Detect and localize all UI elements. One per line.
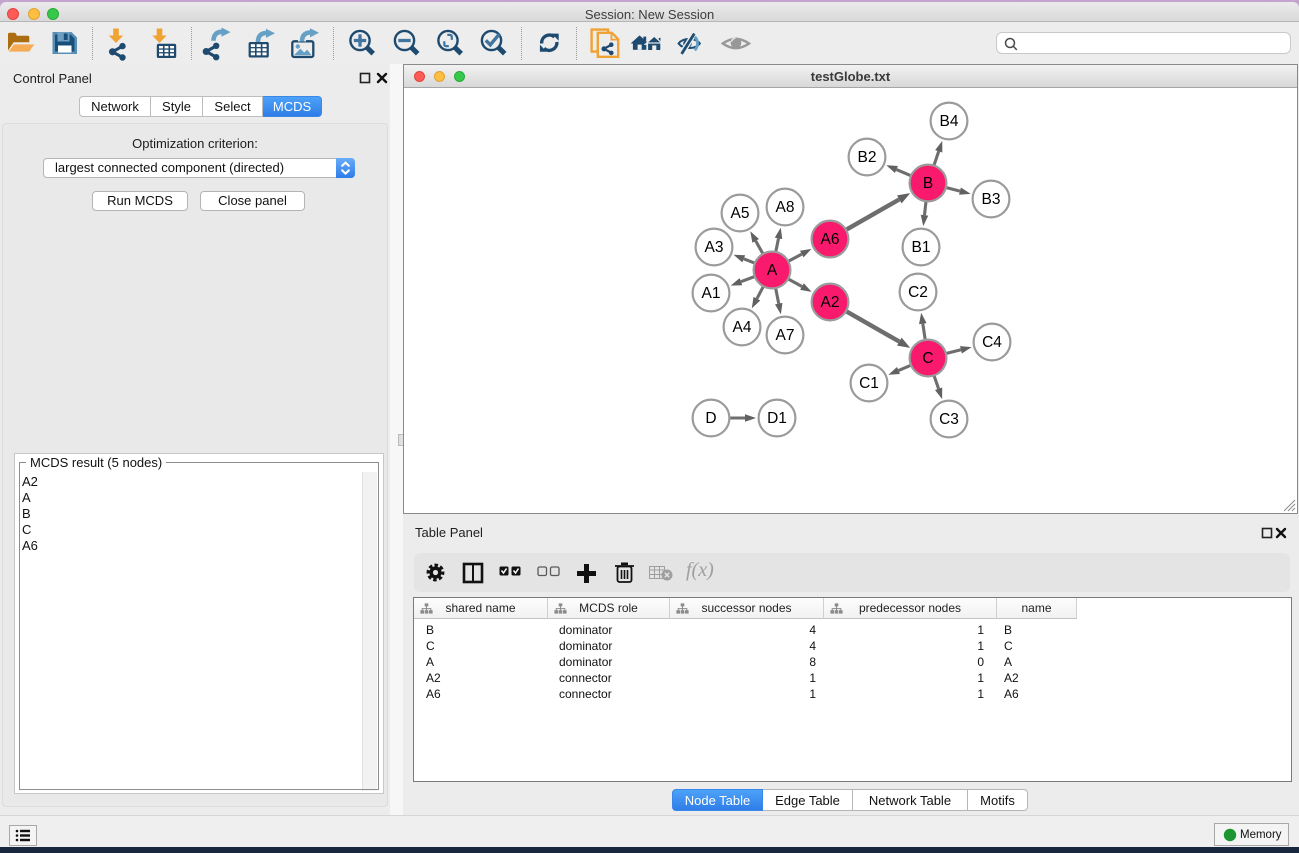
svg-text:B2: B2 — [858, 149, 877, 166]
svg-text:B1: B1 — [912, 239, 931, 256]
svg-text:A6: A6 — [821, 231, 840, 248]
svg-text:C: C — [922, 350, 933, 367]
svg-text:B3: B3 — [982, 191, 1001, 208]
svg-text:B4: B4 — [940, 113, 959, 130]
svg-text:C1: C1 — [859, 375, 879, 392]
svg-text:A1: A1 — [702, 285, 721, 302]
svg-text:A2: A2 — [821, 294, 840, 311]
svg-text:C3: C3 — [939, 411, 959, 428]
svg-text:A7: A7 — [776, 327, 795, 344]
svg-text:A: A — [767, 262, 778, 279]
svg-text:C4: C4 — [982, 334, 1002, 351]
svg-text:A3: A3 — [705, 239, 724, 256]
svg-text:D1: D1 — [767, 410, 787, 427]
svg-text:A4: A4 — [733, 319, 752, 336]
svg-text:D: D — [705, 410, 716, 427]
svg-text:B: B — [923, 175, 933, 192]
svg-text:A8: A8 — [776, 199, 795, 216]
svg-text:A5: A5 — [731, 205, 750, 222]
svg-text:C2: C2 — [908, 284, 928, 301]
